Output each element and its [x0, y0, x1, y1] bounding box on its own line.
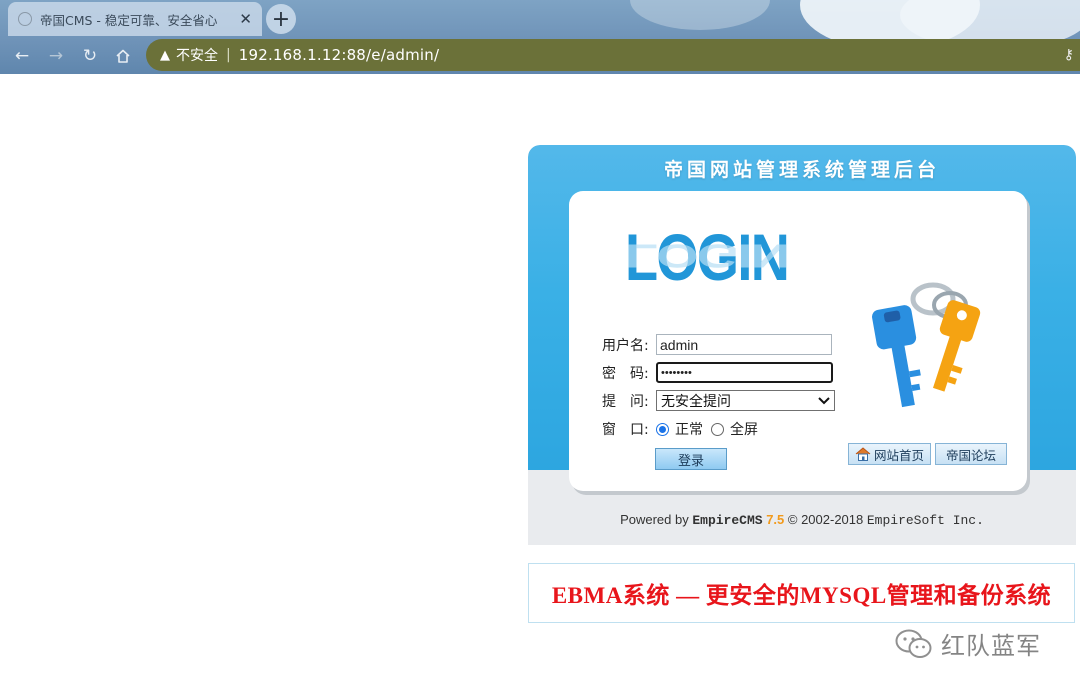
login-button[interactable]: 登录 [655, 448, 727, 470]
username-label: 用户名: [602, 337, 649, 354]
question-select[interactable]: 无安全提问 [656, 390, 835, 411]
address-separator: | [226, 47, 231, 63]
security-status[interactable]: 不安全 [176, 45, 218, 65]
tab-title: 帝国CMS - 稳定可靠、安全省心 [40, 12, 218, 28]
ebma-banner[interactable]: EBMA系统 — 更安全的MYSQL管理和备份系统 [528, 563, 1075, 623]
password-input[interactable]: •••••••• [656, 362, 833, 383]
home-icon [855, 447, 871, 461]
password-label: 密 码: [602, 365, 649, 382]
address-bar[interactable]: ▲ 不安全 | 192.168.1.12:88/e/admin/ ⚷ [146, 39, 1080, 71]
powered-by: Powered by EmpireCMS 7.5 © 2002-2018 Emp… [528, 512, 1076, 528]
reload-button[interactable]: ↻ [78, 44, 102, 68]
back-button[interactable]: ← [10, 44, 34, 68]
keys-icon [872, 282, 981, 408]
background-cloud [630, 0, 770, 30]
wechat-icon [895, 629, 932, 658]
arrow-left-icon: ← [14, 46, 30, 66]
browser-tab[interactable]: 帝国CMS - 稳定可靠、安全省心 ✕ [8, 2, 262, 36]
url-text[interactable]: 192.168.1.12:88/e/admin/ [239, 46, 440, 64]
page-title: 帝国网站管理系统管理后台 [663, 159, 940, 181]
watermark: 红队蓝军 [895, 626, 1041, 661]
browser-chrome: 帝国CMS - 稳定可靠、安全省心 ✕ + ← → ↻ ▲ 不安全 | 192.… [0, 0, 1080, 74]
forward-button[interactable]: → [44, 44, 68, 68]
new-tab-button[interactable]: + [266, 4, 296, 34]
globe-icon [18, 12, 32, 26]
key-icon[interactable]: ⚷ [1064, 47, 1074, 63]
site-home-button[interactable]: 网站首页 [848, 443, 931, 465]
brand-name[interactable]: EmpireCMS [692, 513, 762, 528]
site-home-label: 网站首页 [873, 447, 924, 463]
question-label: 提 问: [602, 393, 649, 410]
home-icon [116, 49, 130, 63]
question-selected-value: 无安全提问 [661, 393, 731, 410]
window-label: 窗 口: [602, 422, 649, 438]
ebma-banner-text: EBMA系统 — 更安全的MYSQL管理和备份系统 [551, 583, 1052, 608]
window-fullscreen-label: 全屏 [730, 422, 758, 438]
question-row: 提 问: 无安全提问 [602, 390, 835, 411]
username-input[interactable] [656, 334, 832, 355]
login-panel: 帝国网站管理系统管理后台 LOGIN LOGIN 用户名: admin 密 码:… [528, 145, 1076, 545]
login-card: LOGIN LOGIN 用户名: admin 密 码: •••••••• 提 问… [569, 191, 1027, 491]
chevron-down-icon [818, 396, 830, 404]
window-normal-radio[interactable] [656, 422, 669, 436]
home-button[interactable] [111, 44, 135, 68]
copyright-text: © 2002-2018 [787, 512, 864, 527]
browser-toolbar: ← → ↻ ▲ 不安全 | 192.168.1.12:88/e/admin/ ⚷ [0, 38, 1080, 74]
arrow-right-icon: → [48, 46, 64, 66]
version-number: 7.5 [766, 512, 785, 527]
window-row: 窗 口: 正常 全屏 [602, 419, 766, 439]
company-name[interactable]: EmpireSoft Inc. [867, 513, 984, 528]
watermark-text: 红队蓝军 [941, 632, 1041, 660]
powered-prefix: Powered by [620, 512, 693, 527]
window-normal-label: 正常 [675, 422, 703, 438]
password-row: 密 码: •••••••• [602, 362, 833, 383]
warning-icon: ▲ [160, 47, 170, 63]
login-logo-reflection: LOGIN [625, 237, 789, 275]
reload-icon: ↻ [82, 46, 98, 66]
close-icon[interactable]: ✕ [239, 10, 252, 28]
window-fullscreen-radio[interactable] [711, 422, 724, 436]
forum-button[interactable]: 帝国论坛 [935, 443, 1007, 465]
username-row: 用户名: [602, 334, 832, 355]
